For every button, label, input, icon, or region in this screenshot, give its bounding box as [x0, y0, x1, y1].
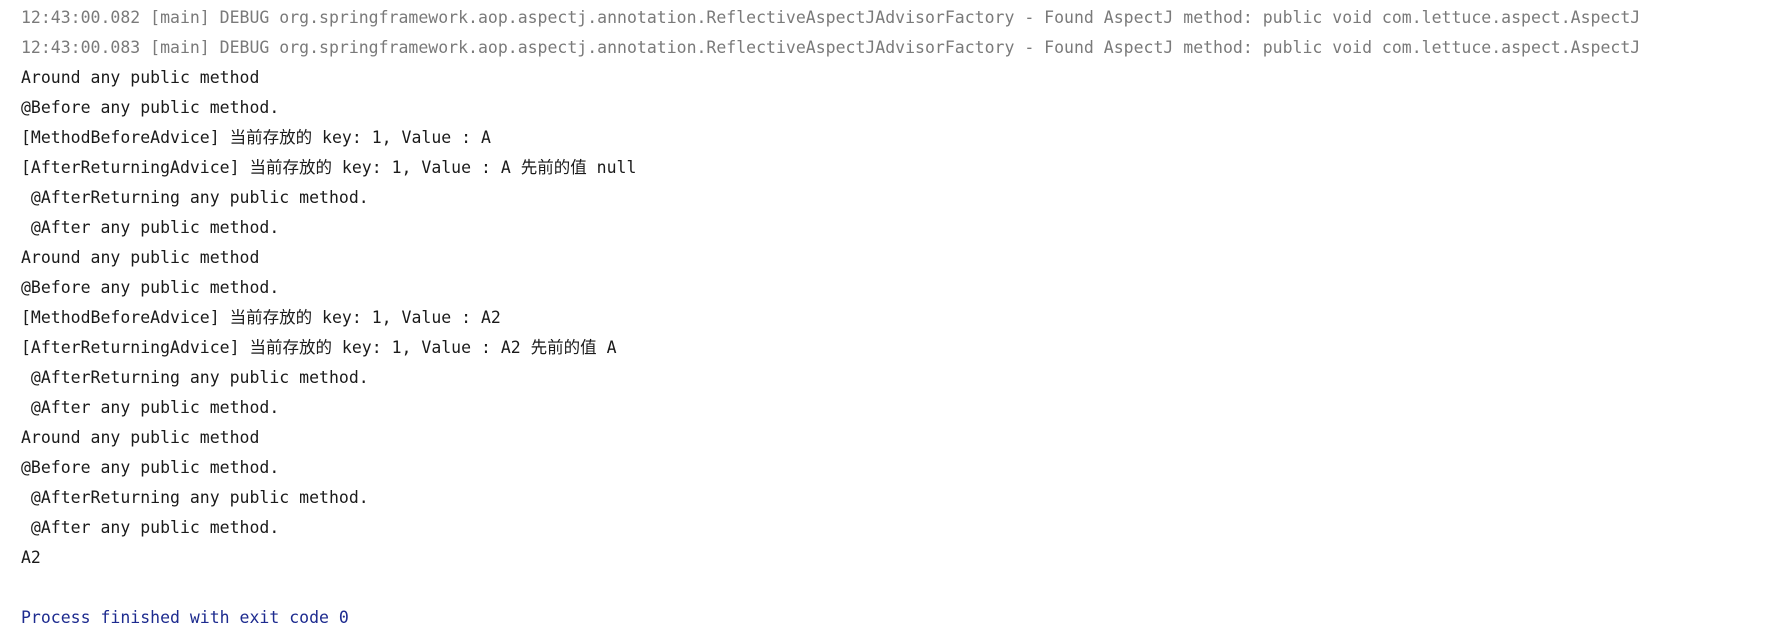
console-line-debug: 12:43:00.083 [main] DEBUG org.springfram…: [21, 38, 1641, 57]
console-line: [MethodBeforeAdvice] 当前存放的 key: 1, Value…: [21, 308, 501, 327]
console-line: [AfterReturningAdvice] 当前存放的 key: 1, Val…: [21, 158, 637, 177]
console-line: @AfterReturning any public method.: [21, 488, 369, 507]
console-line: @After any public method.: [21, 218, 280, 237]
console-line: @Before any public method.: [21, 278, 280, 297]
console-line: @After any public method.: [21, 398, 280, 417]
console-line-debug: 12:43:00.082 [main] DEBUG org.springfram…: [21, 8, 1641, 27]
console-output[interactable]: 12:43:00.082 [main] DEBUG org.springfram…: [0, 0, 1787, 637]
console-line: A2: [21, 548, 41, 567]
console-line: @After any public method.: [21, 518, 280, 537]
console-line: @AfterReturning any public method.: [21, 188, 369, 207]
console-line: @Before any public method.: [21, 458, 280, 477]
console-line: [MethodBeforeAdvice] 当前存放的 key: 1, Value…: [21, 128, 491, 147]
console-line: Around any public method: [21, 428, 260, 447]
console-line: Around any public method: [21, 68, 260, 87]
console-line: @Before any public method.: [21, 98, 280, 117]
console-line: Around any public method: [21, 248, 260, 267]
process-finished-message: Process finished with exit code 0: [21, 608, 349, 627]
console-line: [AfterReturningAdvice] 当前存放的 key: 1, Val…: [21, 338, 617, 357]
console-line: @AfterReturning any public method.: [21, 368, 369, 387]
